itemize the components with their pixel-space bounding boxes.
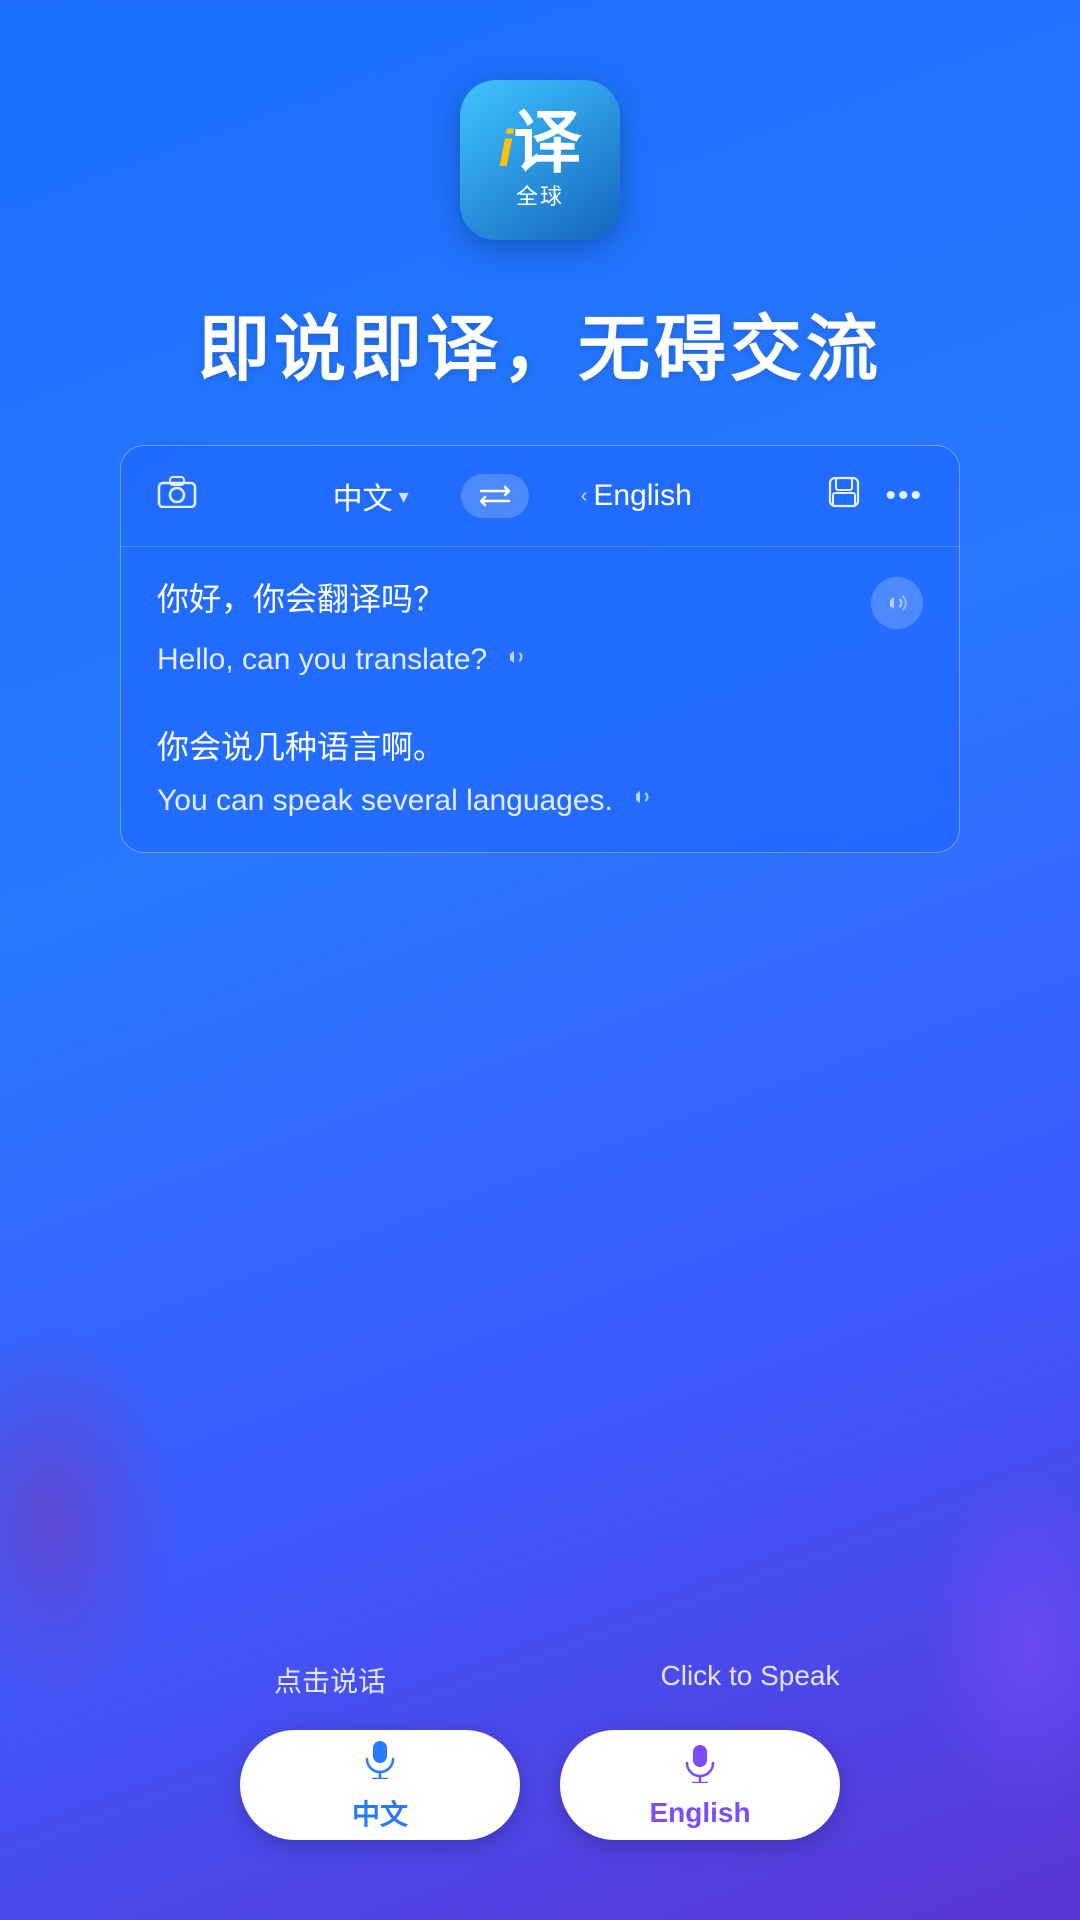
trans-result-audio-2[interactable] [629, 783, 657, 818]
app-icon[interactable]: i译 全球 [460, 80, 620, 240]
trans-entry-2: 你会说几种语言啊。 You can speak several language… [157, 725, 923, 822]
speak-button-en[interactable]: English [560, 1730, 840, 1840]
trans-source-1: 你好，你会翻译吗？ [157, 577, 923, 629]
trans-entry-1: 你好，你会翻译吗？ Hello, can you translate? [157, 577, 923, 681]
target-lang-chevron-left: ‹ [581, 485, 588, 508]
trans-source-text-1: 你好，你会翻译吗？ [157, 577, 855, 622]
app-icon-subtitle: 全球 [516, 179, 564, 211]
speak-buttons: 中文 English [240, 1730, 840, 1840]
translation-area: 你好，你会翻译吗？ Hello, can you translate? [121, 547, 959, 852]
app-icon-i: i [499, 120, 513, 178]
translator-card: 中文 ▾ ‹ English [120, 445, 960, 853]
headline: 即说即译，无碍交流 [198, 290, 882, 395]
trans-result-audio-1[interactable] [503, 643, 531, 678]
target-lang-selector[interactable]: ‹ English [581, 479, 692, 513]
swap-button[interactable] [461, 474, 529, 518]
trans-result-text-1: Hello, can you translate? [157, 639, 487, 681]
source-lang-selector[interactable]: 中文 ▾ [333, 474, 409, 518]
app-icon-text: i译 [499, 109, 581, 177]
card-toolbar: 中文 ▾ ‹ English [121, 446, 959, 547]
speak-button-zh[interactable]: 中文 [240, 1730, 520, 1840]
mic-icon-zh [359, 1737, 401, 1789]
speak-label-en: Click to Speak [630, 1660, 870, 1700]
trans-source-2: 你会说几种语言啊。 [157, 725, 923, 770]
more-button[interactable]: ••• [885, 479, 923, 513]
bottom-section: 点击说话 Click to Speak 中文 [0, 1660, 1080, 1840]
trans-source-audio-1[interactable] [871, 577, 923, 629]
source-lang-label: 中文 [333, 474, 393, 518]
camera-icon[interactable] [157, 474, 197, 518]
save-button[interactable] [827, 475, 861, 518]
trans-source-text-2: 你会说几种语言啊。 [157, 725, 923, 770]
mic-icon-en [679, 1741, 721, 1793]
target-lang-label: English [593, 479, 691, 513]
source-lang-chevron: ▾ [399, 484, 409, 509]
trans-result-text-2: You can speak several languages. [157, 780, 613, 822]
page-container: i译 全球 即说即译，无碍交流 中文 ▾ [0, 0, 1080, 1920]
trans-result-1: Hello, can you translate? [157, 639, 923, 681]
speak-button-en-label: English [649, 1797, 750, 1829]
speak-label-zh: 点击说话 [210, 1660, 450, 1700]
trans-result-2: You can speak several languages. [157, 780, 923, 822]
toolbar-right: ••• [827, 475, 923, 518]
speak-labels: 点击说话 Click to Speak [120, 1660, 960, 1700]
speak-button-zh-label: 中文 [352, 1793, 408, 1833]
